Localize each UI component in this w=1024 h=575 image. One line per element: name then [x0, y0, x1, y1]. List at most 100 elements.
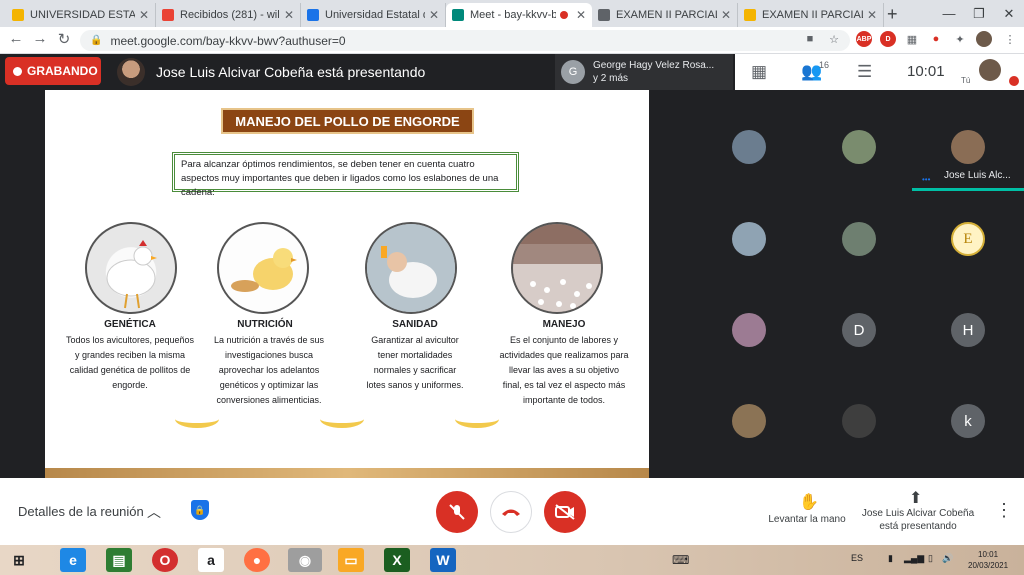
chrome-icon[interactable]: ◉ [288, 548, 322, 572]
participant-tile-initial[interactable]: D [842, 313, 876, 347]
participant-tile[interactable] [842, 130, 876, 164]
keyboard-icon[interactable]: ⌨ [672, 553, 689, 567]
self-label: Tú [961, 76, 971, 85]
browser-tab[interactable]: Recibidos (281) - william ✕ [156, 3, 301, 27]
close-tab-icon[interactable]: ✕ [867, 8, 877, 22]
speaker-name: George Hagy Velez Rosa... [593, 60, 715, 71]
camera-icon[interactable]: ■ [802, 31, 818, 47]
back-icon[interactable]: ← [6, 30, 26, 47]
leave-call-button[interactable] [490, 491, 532, 533]
raise-hand-icon[interactable]: ✋ [799, 492, 819, 512]
classroom-icon [598, 9, 610, 21]
participant-tile[interactable] [732, 130, 766, 164]
slide-footer-bar [45, 468, 649, 478]
tab-title: Meet - bay-kkvv-bw [470, 9, 556, 21]
url-text: meet.google.com/bay-kkvv-bwv?authuser=0 [110, 33, 346, 48]
participant-tile[interactable] [732, 313, 766, 347]
reload-icon[interactable]: ↻ [54, 30, 74, 48]
adblock-extension-icon[interactable]: ABP [856, 31, 872, 47]
browser-tab[interactable]: UNIVERSIDAD ESTATAL ✕ [6, 3, 156, 27]
close-tab-icon[interactable]: ✕ [721, 8, 731, 22]
participant-tile[interactable] [842, 404, 876, 438]
meet-top-right: ▦ 👥 16 ☰ 10:01 Tú [735, 54, 1024, 90]
camera-off-button[interactable] [544, 491, 586, 533]
presenting-label-line1[interactable]: Jose Luis Alcivar Cobeña [858, 508, 978, 519]
extension-d-icon[interactable]: D [880, 31, 896, 47]
presenting-banner: Jose Luis Alcivar Cobeña está presentand… [156, 64, 426, 80]
record-dot-icon [13, 66, 22, 76]
close-tab-icon[interactable]: ✕ [576, 8, 586, 22]
taskbar-clock[interactable]: 10:01 20/03/2021 [968, 549, 1008, 571]
word-icon[interactable]: W [430, 548, 456, 572]
forward-icon[interactable]: → [30, 30, 50, 47]
security-shield-icon[interactable]: 🔒 [191, 500, 209, 520]
participant-tile[interactable] [732, 222, 766, 256]
slide-title: MANEJO DEL POLLO DE ENGORDE [221, 108, 474, 134]
hang-up-icon [502, 509, 520, 516]
excel-icon[interactable]: X [384, 548, 410, 572]
extensions-puzzle-icon[interactable]: ✦ [952, 31, 968, 47]
participant-tile-active[interactable] [951, 130, 985, 164]
card-desc-sanidad: Garantizar al avicultor tener mortalidad… [366, 335, 464, 390]
lock-icon: 🔒 [90, 35, 103, 46]
language-indicator[interactable]: ES [851, 553, 863, 563]
bookmark-star-icon[interactable]: ☆ [826, 31, 842, 47]
chat-icon[interactable]: ☰ [857, 62, 872, 82]
profile-avatar[interactable] [976, 31, 992, 47]
recording-badge[interactable]: GRABANDO [5, 57, 101, 85]
presentation-slide: MANEJO DEL POLLO DE ENGORDE Para alcanza… [45, 90, 649, 478]
close-tab-icon[interactable]: ✕ [139, 8, 149, 22]
more-options-icon[interactable]: ⋮ [995, 500, 1013, 521]
file-explorer-icon[interactable]: ▭ [338, 548, 364, 572]
mic-off-icon [449, 504, 465, 520]
layout-grid-icon[interactable]: ▦ [751, 62, 767, 82]
signal-icon[interactable]: ▂▄▆ [904, 553, 924, 564]
participant-tile[interactable] [732, 404, 766, 438]
tab-title: UNIVERSIDAD ESTATAL [30, 9, 135, 21]
grid-extension-icon[interactable]: ▦ [904, 31, 920, 47]
battery-icon[interactable]: ▯ [928, 553, 933, 564]
restore-icon[interactable]: ❐ [964, 0, 994, 27]
browser-tab[interactable]: EXAMEN II PARCIAL FIS ✕ [738, 3, 884, 27]
raise-hand-label[interactable]: Levantar la mano [762, 514, 852, 525]
internet-explorer-icon[interactable]: e [60, 548, 86, 572]
network-icon[interactable]: ▮ [888, 553, 893, 564]
self-mic-off-icon [1009, 76, 1019, 86]
meeting-clock: 10:01 [907, 63, 945, 80]
browser-tab[interactable]: Universidad Estatal del S ✕ [301, 3, 446, 27]
windows-taskbar: ⊞ e ▤ O a ● ◉ ▭ X W ⌨ ES ▮ ▂▄▆ ▯ 🔊 10:01… [0, 545, 1024, 575]
tab-title: Universidad Estatal del S [325, 9, 425, 21]
active-speakers-box: G George Hagy Velez Rosa... y 2 más [555, 54, 733, 90]
barn-illustration [513, 224, 601, 312]
vaccination-image [365, 222, 457, 314]
presenting-label-line2[interactable]: está presentando [858, 521, 978, 532]
close-tab-icon[interactable]: ✕ [284, 8, 294, 22]
close-tab-icon[interactable]: ✕ [429, 8, 439, 22]
new-tab-button[interactable]: + [887, 4, 898, 25]
address-bar[interactable]: 🔒 meet.google.com/bay-kkvv-bwv?authuser=… [80, 30, 850, 51]
windows-start-icon[interactable]: ⊞ [6, 548, 32, 572]
participant-tile[interactable] [842, 222, 876, 256]
minimize-icon[interactable]: — [934, 0, 964, 27]
store-icon[interactable]: ▤ [106, 548, 132, 572]
present-screen-icon[interactable]: ⬆ [909, 488, 922, 508]
amazon-icon[interactable]: a [198, 548, 224, 572]
meeting-details-button[interactable]: Detalles de la reunión [18, 504, 144, 519]
participant-tile-initial[interactable]: k [951, 404, 985, 438]
participant-tile-initial[interactable]: E [951, 222, 985, 256]
participant-tile-initial[interactable]: H [951, 313, 985, 347]
browser-tab[interactable]: EXAMEN II PARCIAL FIS ✕ [592, 3, 738, 27]
mic-off-button[interactable] [436, 491, 478, 533]
browser-menu-icon[interactable]: ⋮ [1002, 31, 1018, 47]
shield-extension-icon[interactable]: ● [928, 31, 944, 47]
opera-icon[interactable]: O [152, 548, 178, 572]
browser-tab-active[interactable]: Meet - bay-kkvv-bw ✕ [446, 3, 592, 27]
close-window-icon[interactable]: ✕ [994, 0, 1024, 27]
volume-icon[interactable]: 🔊 [942, 553, 953, 564]
arrow-swoosh-icon [455, 410, 499, 428]
chevron-up-icon[interactable]: ︿ [147, 502, 161, 522]
browser-tab-strip: UNIVERSIDAD ESTATAL ✕ Recibidos (281) - … [0, 0, 1024, 27]
self-avatar[interactable] [979, 59, 1001, 81]
tab-title: EXAMEN II PARCIAL FIS [616, 9, 717, 21]
firefox-icon[interactable]: ● [244, 548, 270, 572]
